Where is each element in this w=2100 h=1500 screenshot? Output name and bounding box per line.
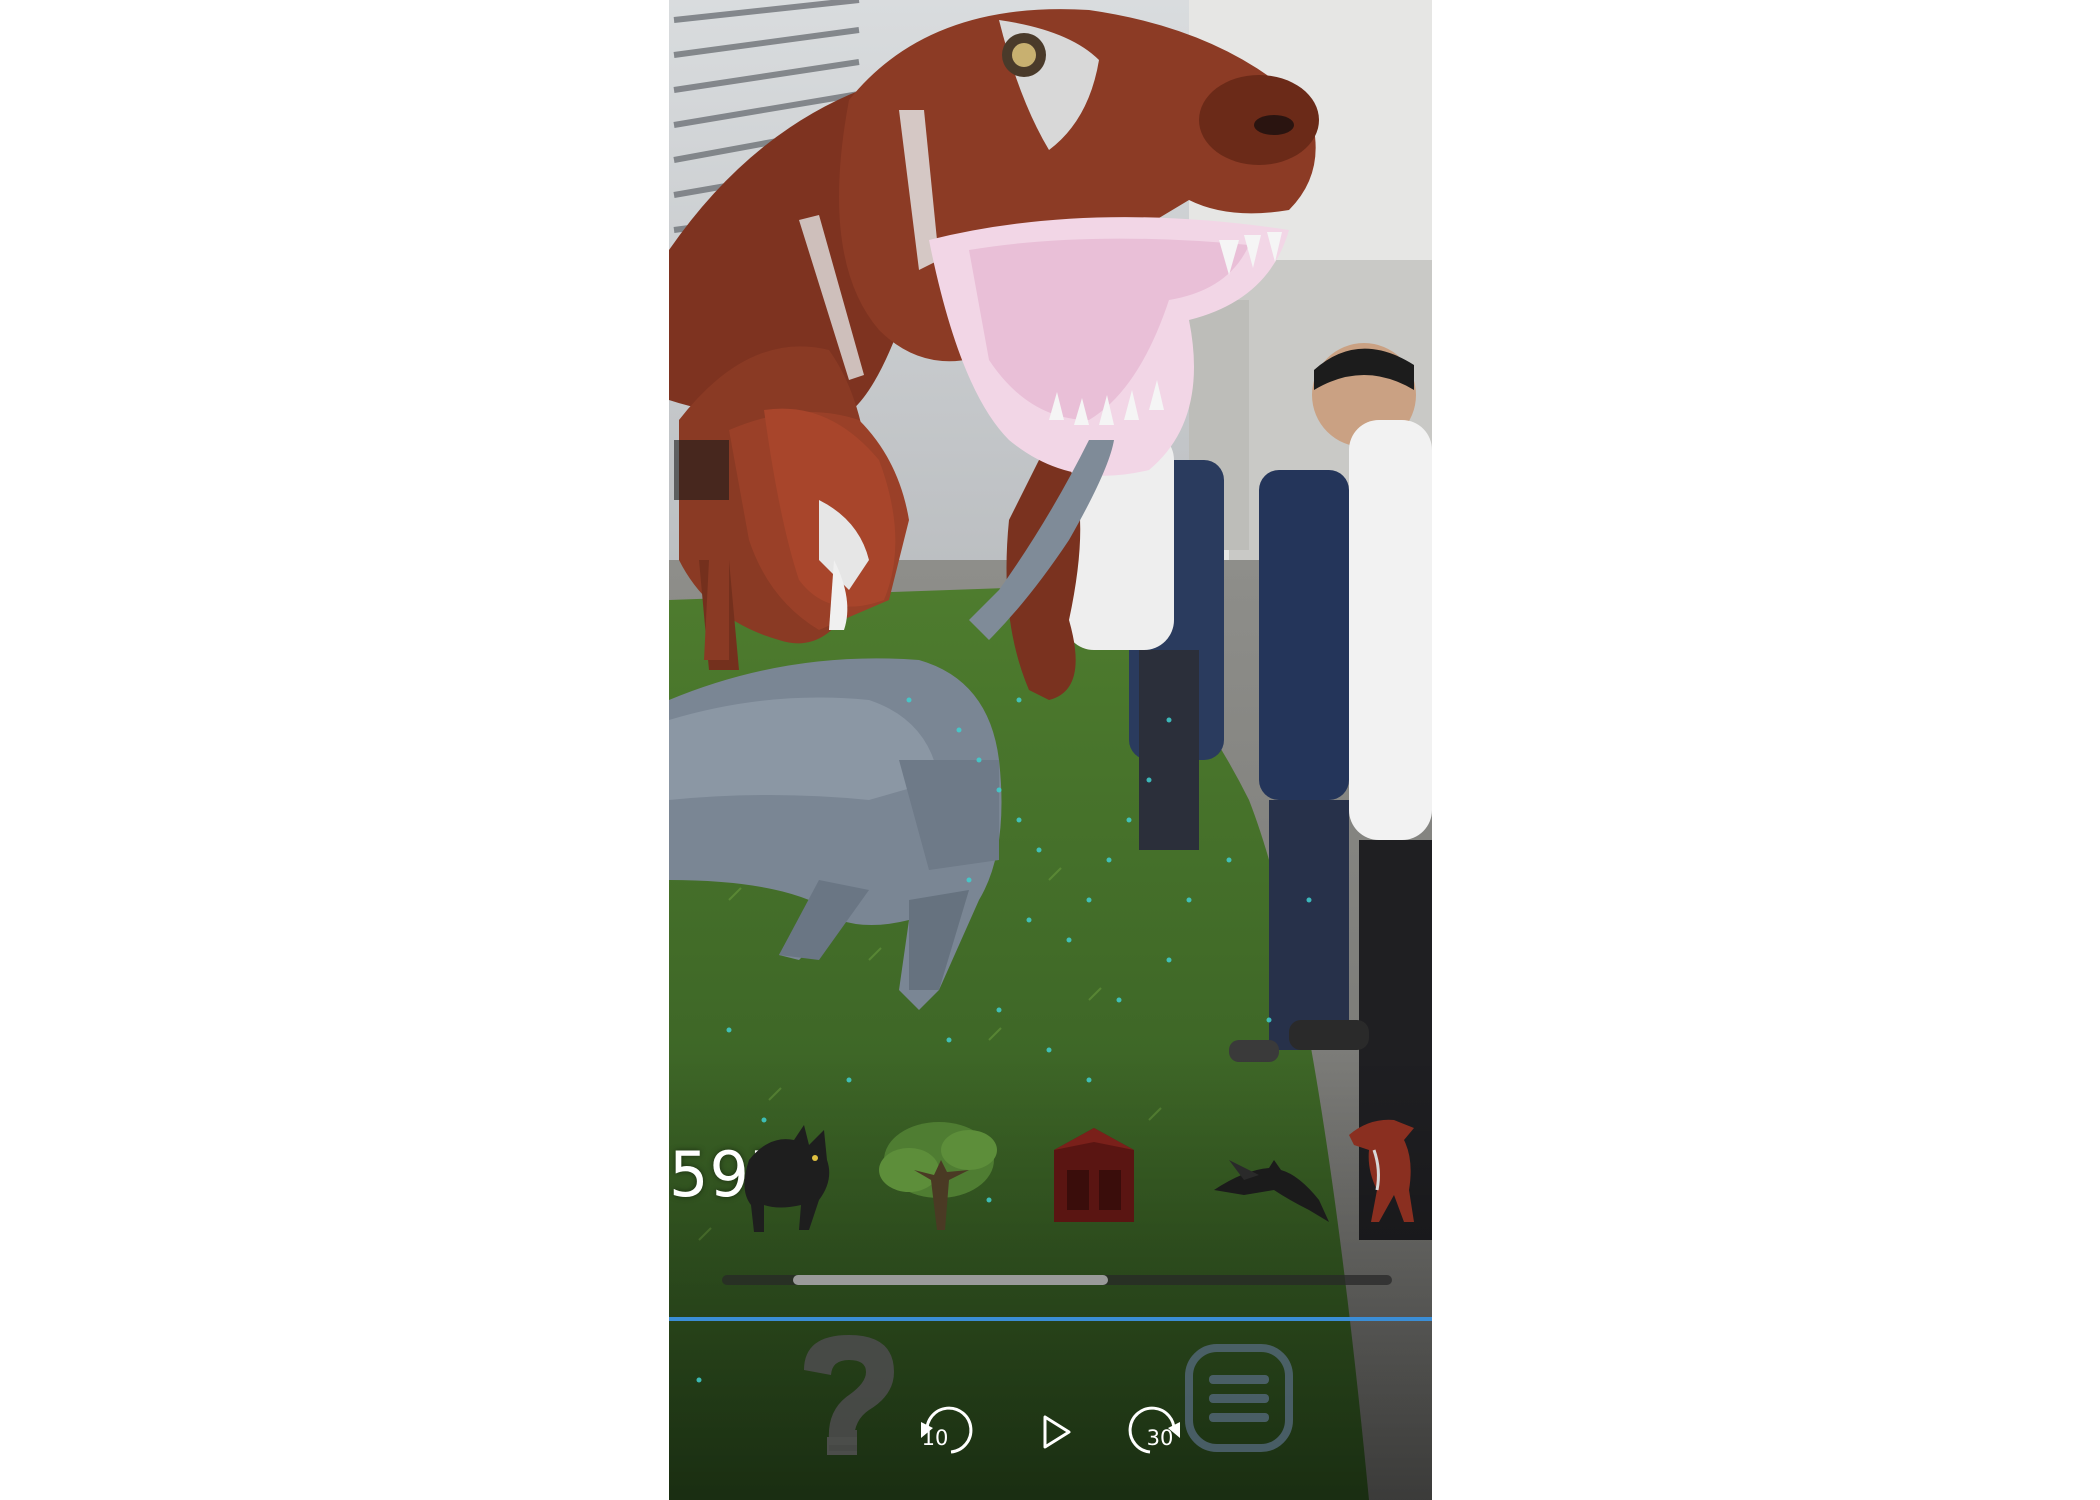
palette-scrollbar-thumb[interactable] [793, 1275, 1108, 1285]
toolbar-divider [669, 1317, 1432, 1321]
rewind-label: 10 [921, 1426, 949, 1450]
ar-camera-view[interactable]: 597 10 30 [669, 0, 1432, 1500]
forward-label: 30 [1146, 1426, 1174, 1450]
palette-scrollbar[interactable] [722, 1275, 1392, 1285]
